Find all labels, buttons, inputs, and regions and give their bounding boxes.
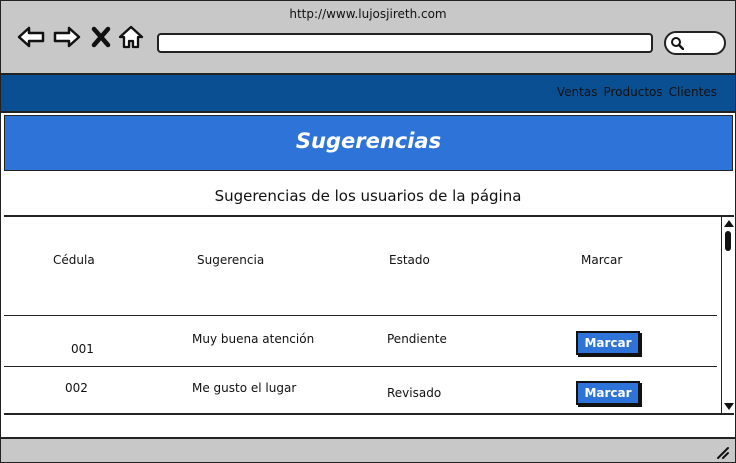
browser-window: http://www.lujosjireth.com Ventas Produc… (0, 0, 736, 463)
column-header-estado: Estado (389, 253, 430, 267)
column-header-sugerencia: Sugerencia (197, 253, 265, 267)
back-arrow-icon[interactable] (17, 25, 45, 49)
nav-link-ventas[interactable]: Ventas (557, 85, 598, 99)
browser-toolbar: http://www.lujosjireth.com (1, 1, 735, 75)
vertical-scrollbar[interactable] (721, 217, 735, 413)
row-1-cedula: 001 (71, 342, 94, 356)
marcar-button-row-2[interactable]: Marcar (576, 381, 640, 405)
row-1-sugerencia: Muy buena atención (192, 332, 315, 346)
forward-arrow-icon[interactable] (53, 25, 81, 49)
header-divider (4, 315, 717, 316)
row-1-estado: Pendiente (387, 332, 447, 346)
nav-link-clientes[interactable]: Clientes (669, 85, 717, 99)
search-box[interactable] (664, 31, 726, 55)
row-2-estado: Revisado (387, 386, 442, 400)
nav-link-productos[interactable]: Productos (603, 85, 662, 99)
page-subtitle: Sugerencias de los usuarios de la página (214, 187, 522, 205)
browser-status-bar (1, 437, 735, 462)
row-divider (4, 366, 717, 367)
row-2-cedula: 002 (65, 381, 88, 395)
suggestions-table: Cédula Sugerencia Estado Marcar 001 Muy … (4, 215, 735, 415)
url-display: http://www.lujosjireth.com (289, 7, 447, 21)
close-icon[interactable] (89, 25, 113, 49)
column-header-cedula: Cédula (53, 253, 95, 267)
scroll-up-icon[interactable] (724, 220, 734, 227)
scrollbar-thumb[interactable] (725, 231, 731, 251)
marcar-button-row-1[interactable]: Marcar (576, 331, 640, 355)
column-header-marcar: Marcar (581, 253, 623, 267)
page-title: Sugerencias (295, 129, 442, 153)
home-icon[interactable] (117, 25, 145, 49)
page-header-banner: Sugerencias (4, 115, 733, 171)
top-navigation: Ventas Productos Clientes (1, 75, 735, 113)
address-bar[interactable] (157, 33, 653, 53)
row-2-sugerencia: Me gusto el lugar (192, 381, 297, 395)
scroll-down-icon[interactable] (724, 403, 734, 410)
search-icon (671, 37, 684, 50)
resize-grip-icon[interactable] (715, 445, 729, 459)
